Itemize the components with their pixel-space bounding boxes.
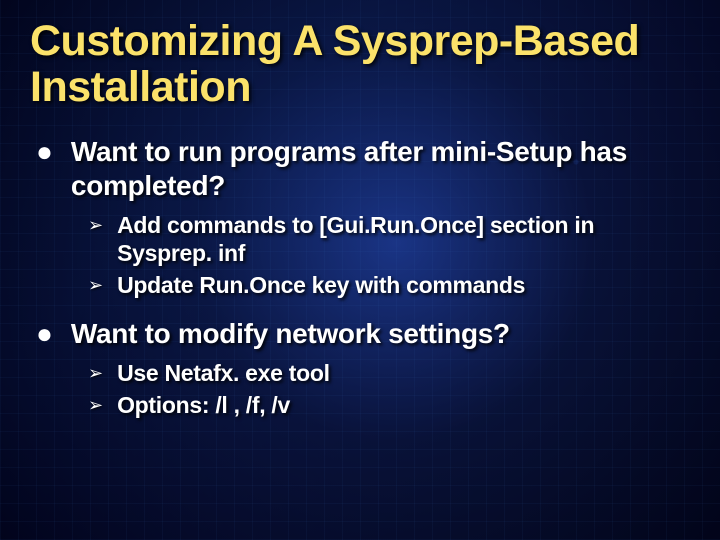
bullet-arrow-icon: ➢ (88, 359, 103, 387)
list-item: ➢ Options: /l , /f, /v (34, 391, 690, 419)
list-item-text: Add commands to [Gui.Run.Once] section i… (117, 211, 690, 267)
list-item: ➢ Add commands to [Gui.Run.Once] section… (34, 211, 690, 267)
list-item-text: Want to run programs after mini-Setup ha… (71, 135, 690, 203)
bullet-arrow-icon: ➢ (88, 391, 103, 419)
slide: Customizing A Sysprep-Based Installation… (0, 0, 720, 540)
bullet-arrow-icon: ➢ (88, 271, 103, 299)
list-item-text: Want to modify network settings? (71, 317, 510, 351)
bullet-arrow-icon: ➢ (88, 211, 103, 239)
list-item: ➢ Use Netafx. exe tool (34, 359, 690, 387)
slide-title: Customizing A Sysprep-Based Installation (30, 18, 690, 111)
bullet-dot-icon: ● (36, 317, 53, 351)
bullet-dot-icon: ● (36, 135, 53, 169)
list-item-text: Options: /l , /f, /v (117, 391, 290, 419)
list-item: ➢ Update Run.Once key with commands (34, 271, 690, 299)
slide-body: ● Want to run programs after mini-Setup … (30, 135, 690, 419)
list-item-text: Update Run.Once key with commands (117, 271, 525, 299)
sublist: ➢ Add commands to [Gui.Run.Once] section… (34, 211, 690, 299)
list-item: ● Want to run programs after mini-Setup … (34, 135, 690, 203)
sublist: ➢ Use Netafx. exe tool ➢ Options: /l , /… (34, 359, 690, 419)
list-item: ● Want to modify network settings? (34, 317, 690, 351)
list-item-text: Use Netafx. exe tool (117, 359, 330, 387)
